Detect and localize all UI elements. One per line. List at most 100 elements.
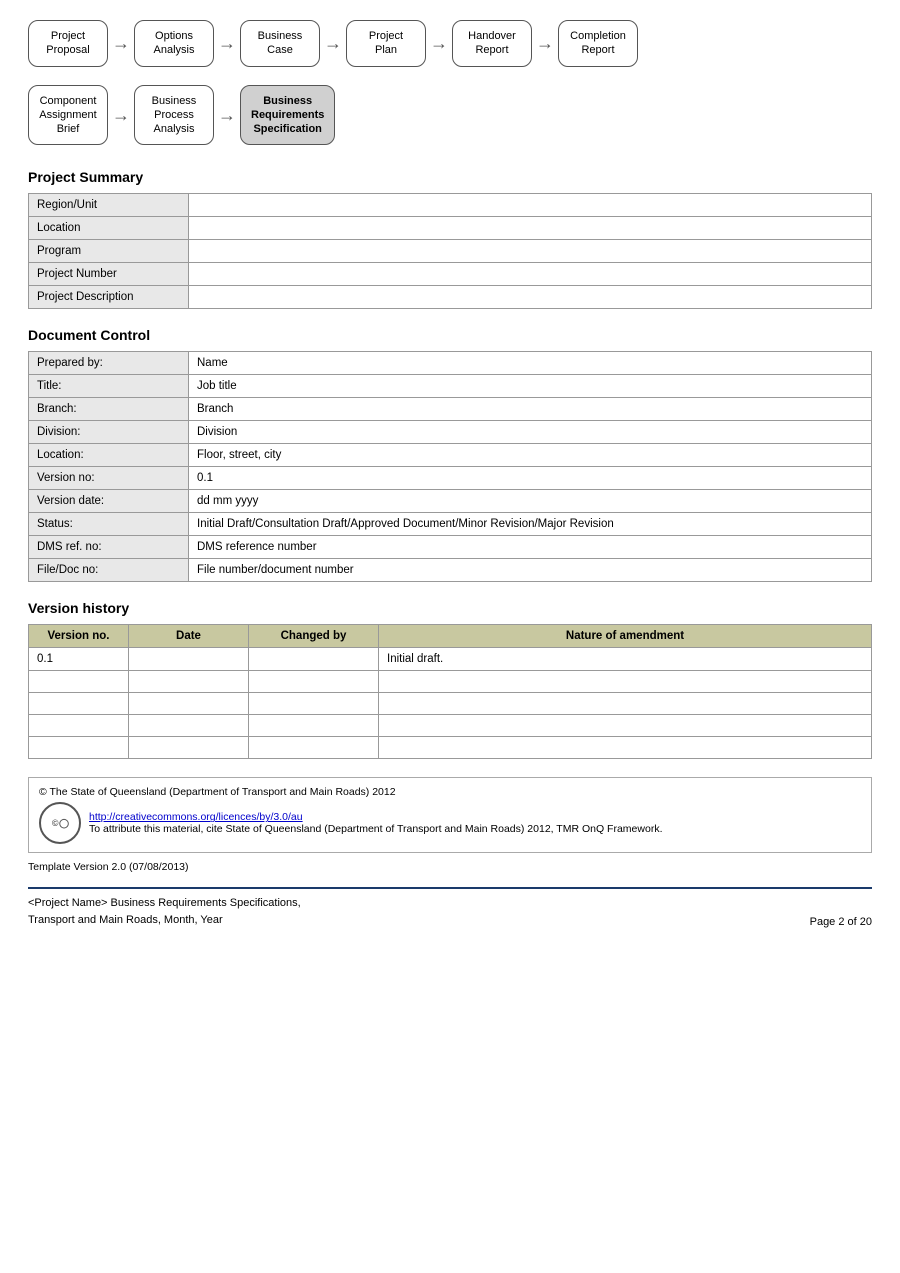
table-row: 0.1 Initial draft. — [29, 648, 872, 671]
table-row: Division:Division — [29, 421, 872, 444]
version-date-cell — [129, 715, 249, 737]
flow-arrow-5: → — [536, 33, 554, 54]
copyright-line: © The State of Queensland (Department of… — [39, 786, 861, 798]
flow-node-project-plan: ProjectPlan — [346, 20, 426, 67]
version-nature-cell — [379, 693, 872, 715]
table-row: Region/Unit — [29, 194, 872, 217]
version-number-cell — [29, 715, 129, 737]
flow-node-business-process-analysis: BusinessProcessAnalysis — [134, 85, 214, 146]
cc-badge-icon: © ◯ — [39, 802, 81, 844]
version-date-cell — [129, 737, 249, 759]
version-number-cell — [29, 671, 129, 693]
flow-node-business-case: BusinessCase — [240, 20, 320, 67]
footer-left-line1: <Project Name> Business Requirements Spe… — [28, 895, 301, 912]
flow-node-handover-report: HandoverReport — [452, 20, 532, 67]
table-row: Status:Initial Draft/Consultation Draft/… — [29, 513, 872, 536]
version-history-col-header: Changed by — [249, 625, 379, 648]
value-cell — [189, 263, 872, 286]
project-summary-table: Region/UnitLocationProgramProject Number… — [28, 193, 872, 309]
document-control-heading: Document Control — [28, 327, 872, 343]
version-history-col-header: Nature of amendment — [379, 625, 872, 648]
version-date-cell — [129, 693, 249, 715]
value-cell: Floor, street, city — [189, 444, 872, 467]
version-nature-cell — [379, 737, 872, 759]
value-cell: Division — [189, 421, 872, 444]
version-history-col-header: Date — [129, 625, 249, 648]
page: ProjectProposal → OptionsAnalysis → Busi… — [0, 0, 900, 1273]
label-cell: Location — [29, 217, 189, 240]
table-row: Prepared by:Name — [29, 352, 872, 375]
label-cell: Branch: — [29, 398, 189, 421]
document-control-table: Prepared by:NameTitle:Job titleBranch:Br… — [28, 351, 872, 582]
value-cell: File number/document number — [189, 559, 872, 582]
table-row: Title:Job title — [29, 375, 872, 398]
table-row — [29, 693, 872, 715]
project-summary-heading: Project Summary — [28, 169, 872, 185]
flow-node-business-requirements-specification: BusinessRequirementsSpecification — [240, 85, 335, 146]
flow-arrow-b1: → — [112, 105, 130, 126]
version-changed-cell — [249, 648, 379, 671]
version-changed-cell — [249, 693, 379, 715]
flow-bottom-diagram: ComponentAssignmentBrief → BusinessProce… — [28, 85, 872, 146]
label-cell: Location: — [29, 444, 189, 467]
label-cell: Title: — [29, 375, 189, 398]
version-number-cell — [29, 693, 129, 715]
page-footer-left: <Project Name> Business Requirements Spe… — [28, 895, 301, 928]
footer-box: © The State of Queensland (Department of… — [28, 777, 872, 853]
flow-arrow-1: → — [112, 33, 130, 54]
version-number-cell — [29, 737, 129, 759]
value-cell: DMS reference number — [189, 536, 872, 559]
version-date-cell — [129, 648, 249, 671]
version-changed-cell — [249, 715, 379, 737]
flow-arrow-4: → — [430, 33, 448, 54]
value-cell: Name — [189, 352, 872, 375]
value-cell: Initial Draft/Consultation Draft/Approve… — [189, 513, 872, 536]
footer-left-line2: Transport and Main Roads, Month, Year — [28, 912, 301, 929]
table-row: Branch:Branch — [29, 398, 872, 421]
version-history-table: Version no.DateChanged byNature of amend… — [28, 624, 872, 759]
label-cell: Program — [29, 240, 189, 263]
flow-arrow-3: → — [324, 33, 342, 54]
value-cell — [189, 286, 872, 309]
table-row: Program — [29, 240, 872, 263]
value-cell: dd mm yyyy — [189, 490, 872, 513]
table-row: Version no:0.1 — [29, 467, 872, 490]
flow-node-options-analysis: OptionsAnalysis — [134, 20, 214, 67]
label-cell: Status: — [29, 513, 189, 536]
version-nature-cell: Initial draft. — [379, 648, 872, 671]
attribution-line: To attribute this material, cite State o… — [89, 823, 662, 835]
table-row: Location:Floor, street, city — [29, 444, 872, 467]
flow-top-diagram: ProjectProposal → OptionsAnalysis → Busi… — [28, 20, 872, 67]
value-cell: Job title — [189, 375, 872, 398]
flow-node-project-proposal: ProjectProposal — [28, 20, 108, 67]
version-date-cell — [129, 671, 249, 693]
table-row: DMS ref. no:DMS reference number — [29, 536, 872, 559]
label-cell: Version date: — [29, 490, 189, 513]
version-changed-cell — [249, 671, 379, 693]
table-row: Project Description — [29, 286, 872, 309]
table-row — [29, 715, 872, 737]
table-row: Version date:dd mm yyyy — [29, 490, 872, 513]
version-history-col-header: Version no. — [29, 625, 129, 648]
flow-arrow-2: → — [218, 33, 236, 54]
version-history-heading: Version history — [28, 600, 872, 616]
template-version: Template Version 2.0 (07/08/2013) — [28, 861, 872, 873]
label-cell: Version no: — [29, 467, 189, 490]
value-cell: 0.1 — [189, 467, 872, 490]
page-footer: <Project Name> Business Requirements Spe… — [28, 887, 872, 928]
flow-node-completion-report: CompletionReport — [558, 20, 638, 67]
version-nature-cell — [379, 671, 872, 693]
flow-node-component-assignment-brief: ComponentAssignmentBrief — [28, 85, 108, 146]
label-cell: Region/Unit — [29, 194, 189, 217]
table-row — [29, 737, 872, 759]
label-cell: Division: — [29, 421, 189, 444]
value-cell — [189, 240, 872, 263]
cc-link[interactable]: http://creativecommons.org/licences/by/3… — [89, 811, 303, 823]
label-cell: DMS ref. no: — [29, 536, 189, 559]
value-cell — [189, 194, 872, 217]
version-nature-cell — [379, 715, 872, 737]
table-row — [29, 671, 872, 693]
value-cell — [189, 217, 872, 240]
label-cell: Project Description — [29, 286, 189, 309]
flow-arrow-b2: → — [218, 105, 236, 126]
